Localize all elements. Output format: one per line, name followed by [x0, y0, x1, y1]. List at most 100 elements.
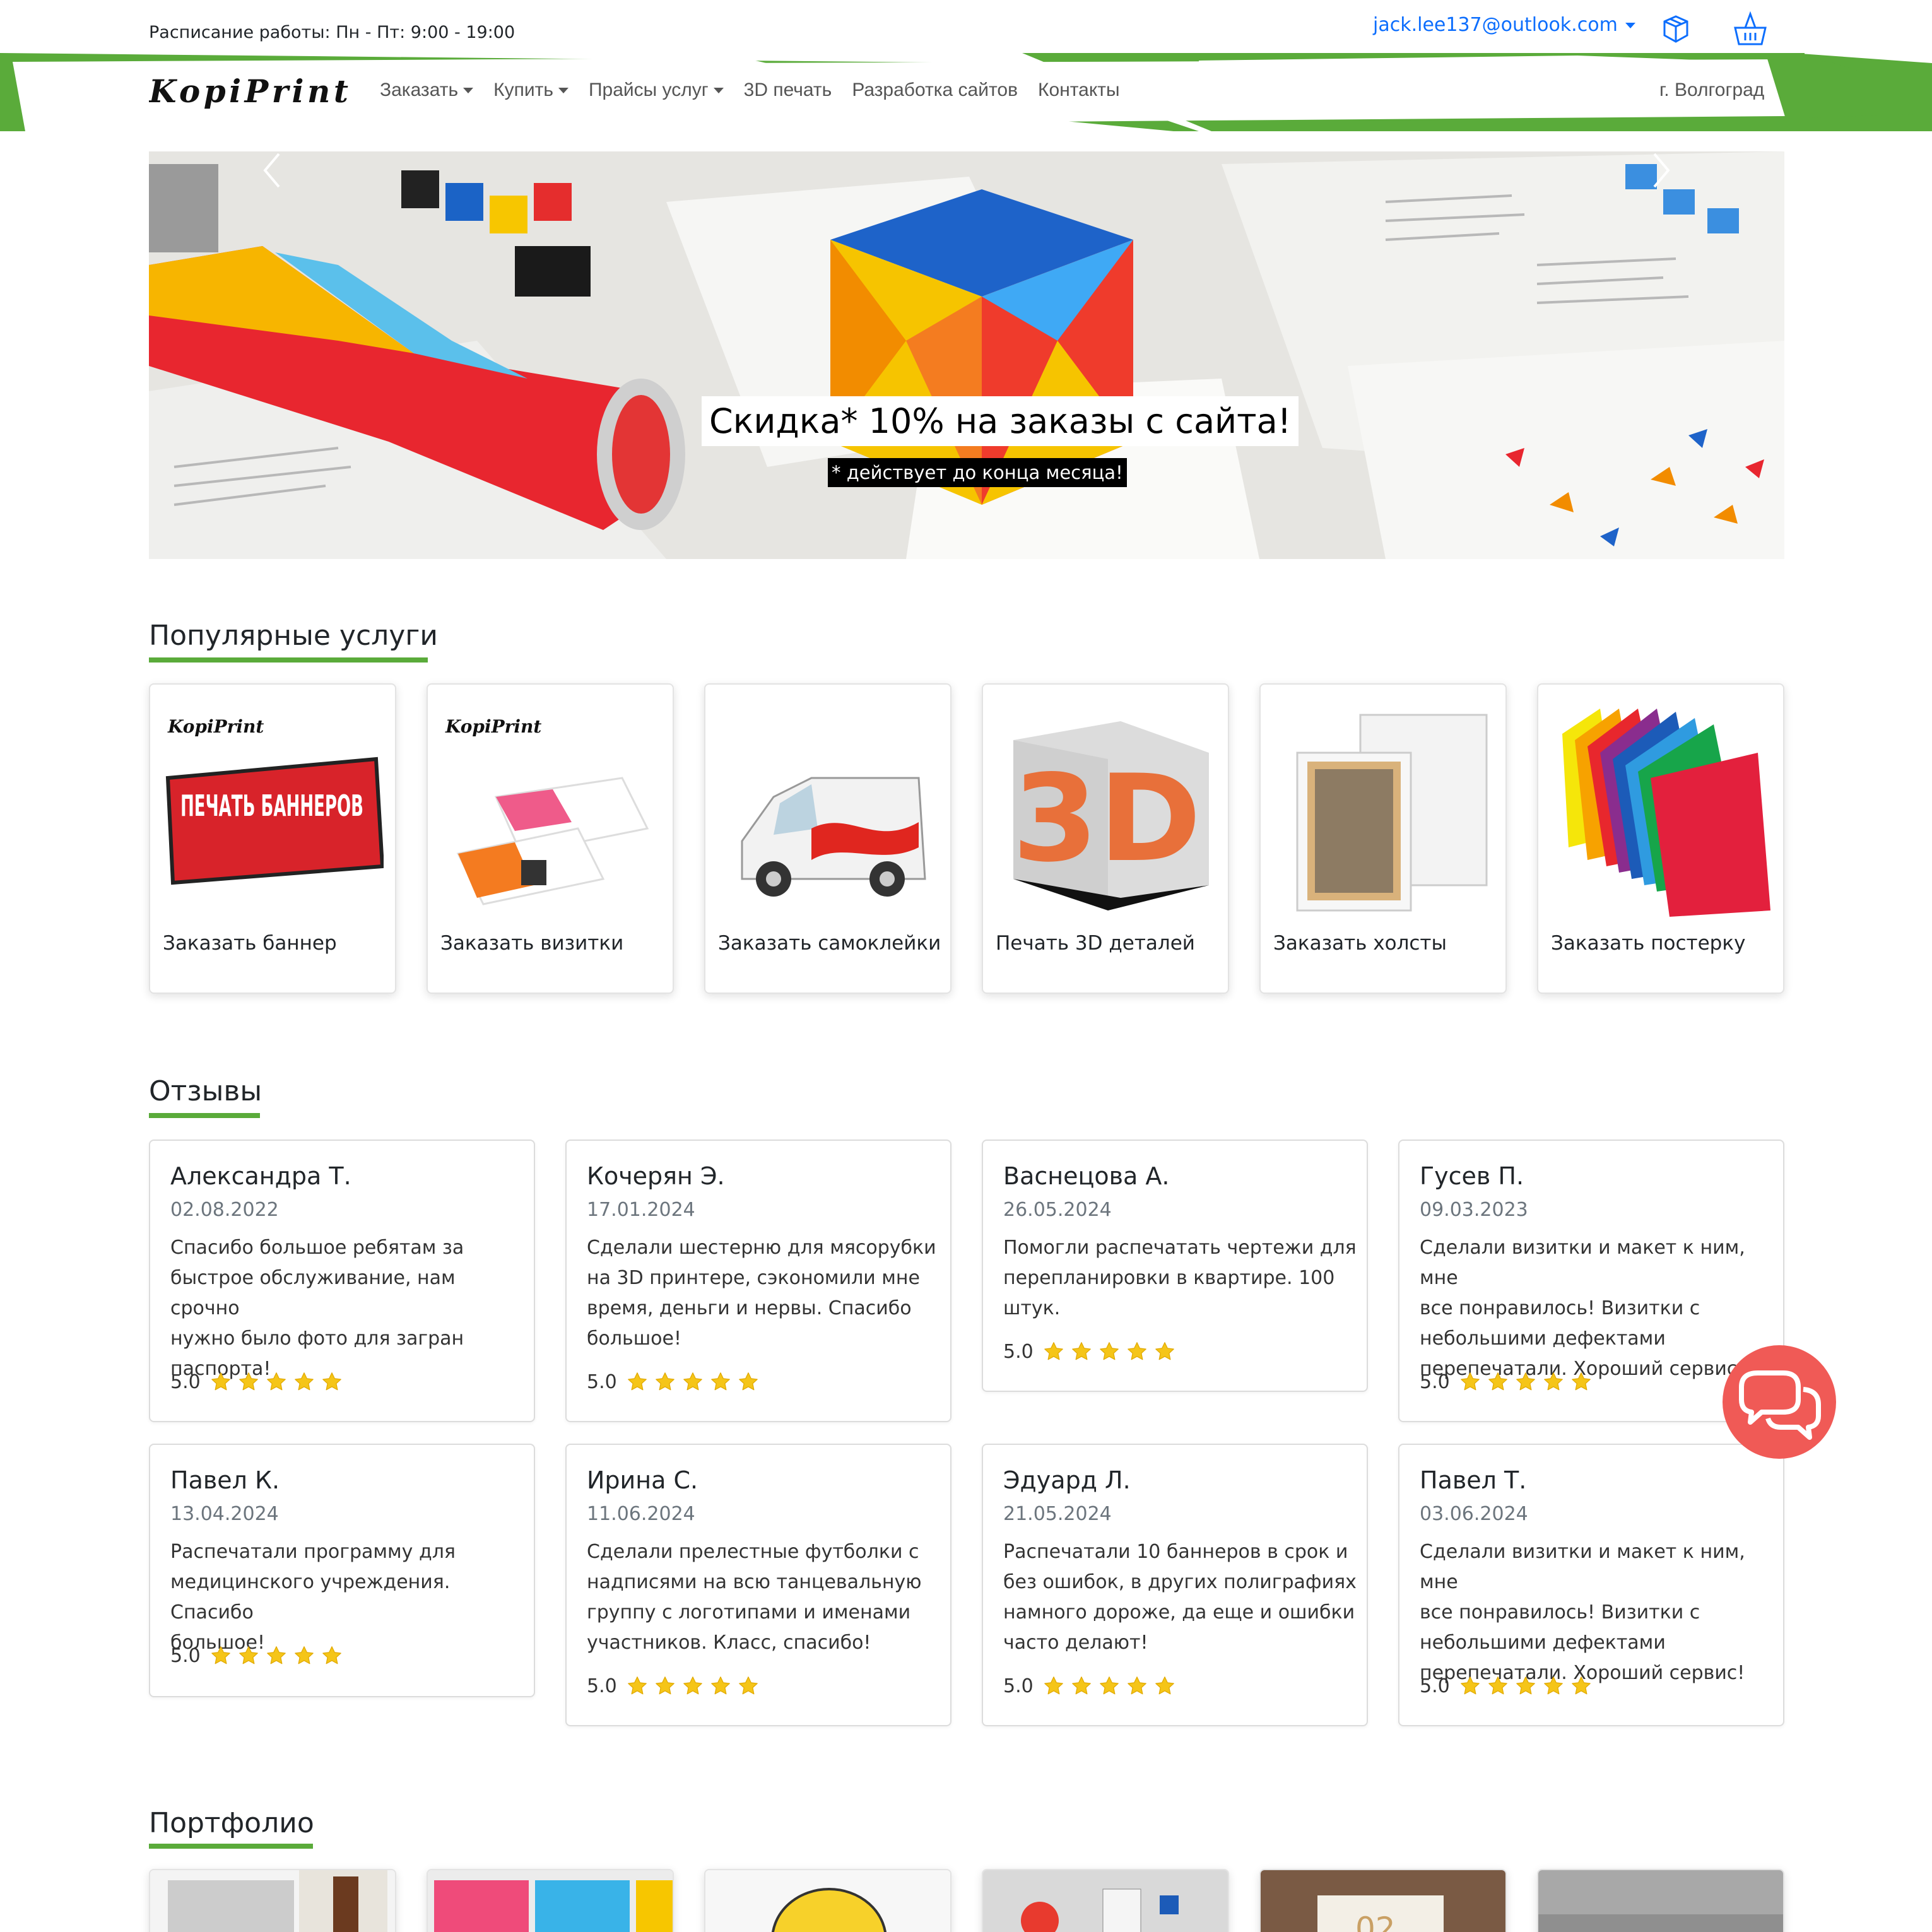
menu-item-buy[interactable]: Купить	[493, 80, 568, 101]
star-icon	[1543, 1676, 1563, 1695]
service-card-stickers[interactable]: Заказать самоклейки	[704, 683, 951, 994]
section-underline	[149, 1844, 313, 1849]
portfolio-image	[705, 1870, 950, 1932]
review-text-line: Сделали визитки и макет к ним, мне	[1420, 1237, 1745, 1289]
carousel-next-icon[interactable]	[1648, 151, 1673, 189]
reviewer-name: Павел Т.	[1420, 1466, 1527, 1494]
chevron-down-icon[interactable]	[1625, 23, 1635, 28]
rating-stars	[626, 1370, 760, 1393]
chevron-down-icon[interactable]	[463, 87, 474, 93]
portfolio-title: Портфолио	[149, 1807, 314, 1839]
service-card-canvas[interactable]: Заказать холсты	[1259, 683, 1507, 994]
portfolio-item[interactable]	[427, 1869, 674, 1932]
review-card: Павел Т. 03.06.2024 Сделали визитки и маке…	[1398, 1444, 1784, 1726]
cart-icon[interactable]	[1733, 10, 1768, 47]
logo-text: KopiPrint	[445, 716, 541, 737]
service-label[interactable]: Печать 3D деталей	[996, 932, 1195, 955]
portfolio-image	[983, 1870, 1228, 1932]
star-icon	[1488, 1676, 1507, 1695]
menu-item-label[interactable]: Прайсы услуг	[589, 80, 709, 101]
star-icon	[1155, 1342, 1174, 1360]
menu-item-label[interactable]: Разработка сайтов	[852, 80, 1018, 101]
star-icon	[710, 1676, 730, 1695]
star-icon	[322, 1372, 341, 1391]
portfolio-item[interactable]: 02	[1259, 1869, 1507, 1932]
review-date: 17.01.2024	[587, 1199, 695, 1221]
rating-stars	[209, 1644, 343, 1667]
star-icon	[1571, 1676, 1591, 1695]
rating-value: 5.0	[170, 1644, 201, 1667]
review-text-line: медицинского учреждения. Спасибо	[170, 1571, 451, 1623]
star-icon	[1127, 1342, 1146, 1360]
chevron-down-icon[interactable]	[713, 87, 724, 93]
star-icon	[1044, 1342, 1063, 1360]
star-icon	[627, 1676, 647, 1695]
review-date: 09.03.2023	[1420, 1199, 1528, 1221]
menu-item-web-dev[interactable]: Разработка сайтов	[852, 80, 1018, 101]
review-text: Сделали прелестные футболки с надписями н…	[587, 1537, 940, 1658]
3d-image: 3D	[1012, 721, 1209, 910]
menu-item-label[interactable]: Купить	[493, 80, 553, 101]
rating-stars	[626, 1675, 760, 1697]
rating-stars	[1042, 1340, 1176, 1363]
banner-image: KopiPrint ПЕЧАТЬ БАННЕРОВ	[165, 716, 384, 885]
portfolio-item[interactable]	[982, 1869, 1229, 1932]
portfolio-image: 02	[1261, 1870, 1505, 1932]
review-text-line: штук.	[1003, 1297, 1061, 1319]
top-bar: Расписание работы: Пн - Пт: 9:00 - 19:00…	[0, 0, 1932, 56]
review-text-line: Сделали прелестные футболки с	[587, 1541, 919, 1563]
menu-item-contacts[interactable]: Контакты	[1038, 80, 1120, 101]
star-icon	[1488, 1372, 1507, 1391]
review-text: Сделали шестерню для мясорубки на 3D прин…	[587, 1233, 940, 1354]
review-card: Кочерян Э. 17.01.2024 Сделали шестерню для…	[565, 1140, 951, 1422]
star-icon	[683, 1676, 702, 1695]
portfolio-item[interactable]	[704, 1869, 951, 1932]
logo[interactable]: KopiPrint	[149, 69, 351, 114]
reviewer-name: Ирина С.	[587, 1466, 698, 1494]
reviewer-name: Павел К.	[170, 1466, 280, 1494]
service-label[interactable]: Заказать баннер	[163, 932, 337, 955]
city-selector[interactable]: г. Волгоград	[1659, 80, 1764, 101]
menu-item-3d-print[interactable]: 3D печать	[744, 80, 832, 101]
chat-icon[interactable]	[1723, 1345, 1836, 1459]
star-icon	[211, 1646, 230, 1664]
rating-stars	[209, 1370, 343, 1393]
star-icon	[1071, 1676, 1091, 1695]
menu-item-label[interactable]: Контакты	[1038, 80, 1120, 101]
reviews-title: Отзывы	[149, 1075, 262, 1107]
star-icon	[239, 1372, 258, 1391]
carousel-prev-icon[interactable]	[260, 151, 285, 189]
menu-item-prices[interactable]: Прайсы услуг	[589, 80, 724, 101]
menu-item-label[interactable]: 3D печать	[744, 80, 832, 101]
service-card-3d-print[interactable]: 3D Печать 3D деталей	[982, 683, 1229, 994]
star-icon	[1516, 1372, 1535, 1391]
service-label[interactable]: Заказать визитки	[440, 932, 623, 955]
reviewer-name: Кочерян Э.	[587, 1162, 725, 1190]
star-icon	[1044, 1676, 1063, 1695]
review-rating: 5.0	[170, 1644, 343, 1667]
chevron-down-icon[interactable]	[558, 87, 568, 93]
business-cards-image: KopiPrint	[445, 716, 649, 905]
hero-caption: Скидка* 10% на заказы с сайта!	[702, 396, 1299, 446]
user-email[interactable]: jack.lee137@outlook.com	[1373, 14, 1618, 36]
service-card-banner[interactable]: KopiPrint ПЕЧАТЬ БАННЕРОВ Заказать банне…	[149, 683, 396, 994]
portfolio-item[interactable]	[149, 1869, 396, 1932]
review-text-line: без ошибок, в других полиграфиях	[1003, 1571, 1357, 1593]
review-date: 11.06.2024	[587, 1503, 695, 1525]
service-label[interactable]: Заказать самоклейки	[718, 932, 941, 955]
menu-item-order[interactable]: Заказать	[380, 80, 474, 101]
service-card-business-cards[interactable]: KopiPrint Заказать визитки	[427, 683, 674, 994]
package-icon[interactable]	[1659, 13, 1692, 45]
review-text-line: Сделали визитки и макет к ним, мне	[1420, 1541, 1745, 1593]
service-label[interactable]: Заказать постерку	[1551, 932, 1745, 955]
service-label[interactable]: Заказать холсты	[1273, 932, 1447, 955]
review-text-line: небольшими дефектами	[1420, 1632, 1666, 1654]
rating-value: 5.0	[1003, 1340, 1034, 1363]
star-icon	[1460, 1372, 1480, 1391]
user-menu[interactable]: jack.lee137@outlook.com	[1373, 14, 1635, 36]
menu-item-label[interactable]: Заказать	[380, 80, 458, 101]
chat-button[interactable]	[1723, 1345, 1836, 1459]
section-underline	[149, 657, 428, 663]
service-card-poster[interactable]: Заказать постерку	[1537, 683, 1784, 994]
portfolio-item[interactable]	[1537, 1869, 1784, 1932]
